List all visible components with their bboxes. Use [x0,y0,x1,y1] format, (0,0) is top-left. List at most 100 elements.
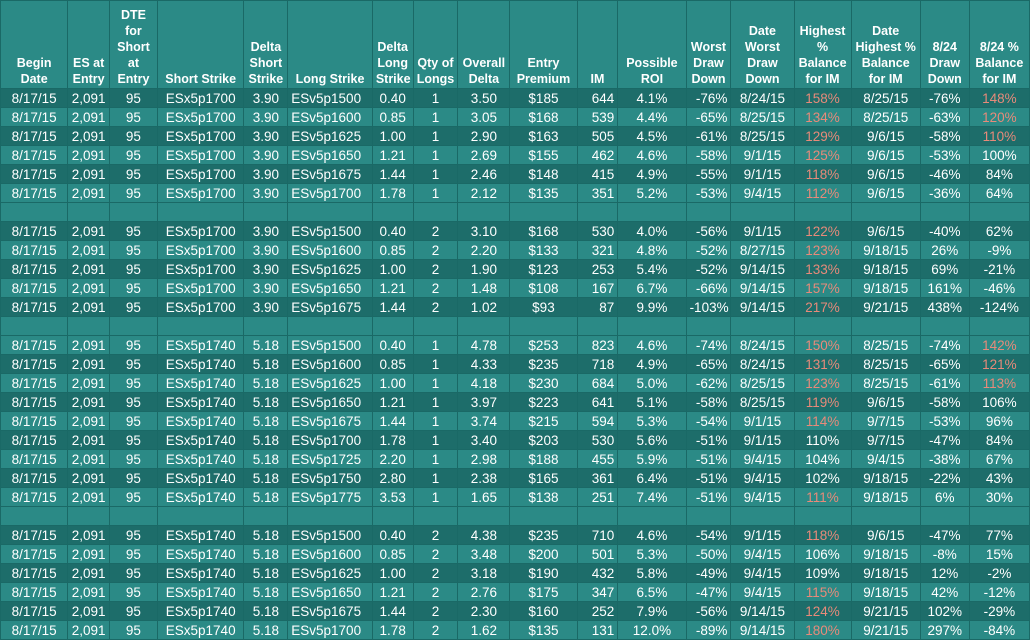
table-cell: 2,091 [67,354,110,374]
table-cell: ESv5p1625 [287,373,373,393]
table-cell: 9/4/15 [730,563,795,583]
table-cell: -38% [919,449,970,469]
table-cell: -50% [685,544,732,564]
table-cell: 1.48 [457,278,511,298]
table-cell: 718 [576,354,619,374]
spacer-cell [243,316,289,336]
table-cell: 8/17/15 [0,487,69,507]
table-cell: 8/17/15 [0,354,69,374]
table-cell: $155 [509,145,578,165]
table-cell: 2,091 [67,335,110,355]
table-cell: -12% [968,582,1030,602]
table-cell: ESv5p1675 [287,601,373,621]
table-cell: 3.10 [457,221,511,241]
table-cell: ESx5p1740 [156,582,245,602]
spacer-cell [793,506,852,526]
table-cell: $223 [509,392,578,412]
table-cell: 6.5% [617,582,687,602]
table-row: 8/17/15 2,091 95 ESx5p1740 5.18 ESv5p1650 1.21… [0,392,1030,412]
table-cell: 9/1/15 [730,221,795,241]
table-cell: 106% [793,544,852,564]
table-cell: 2.30 [457,601,511,621]
table-cell: ESx5p1700 [156,297,245,317]
table-row: 8/17/15 2,091 95 ESx5p1740 5.18 ESv5p1775 3.53… [0,487,1030,507]
table-cell: -9% [968,240,1030,260]
spacer-cell [67,506,110,526]
table-cell: 1 [412,487,459,507]
table-cell: 95 [109,525,158,545]
table-cell: 8/17/15 [0,430,69,450]
table-cell: 1 [412,107,459,127]
table-cell: 8/17/15 [0,582,69,602]
table-cell: 9/1/15 [730,411,795,431]
table-cell: 9/1/15 [730,430,795,450]
table-cell: ESv5p1775 [287,487,373,507]
table-cell: 95 [109,392,158,412]
spacer-row [0,202,1030,222]
spacer-cell [919,316,970,336]
table-cell: 438% [919,297,970,317]
table-cell: 2,091 [67,240,110,260]
table-cell: 1.21 [371,145,414,165]
table-cell: 4.8% [617,240,687,260]
table-cell: 8/17/15 [0,411,69,431]
spacer-cell [968,316,1030,336]
table-cell: 8/25/15 [730,126,795,146]
table-header: Begin Date ES at Entry DTE for Short at En… [0,0,1030,89]
table-cell: 95 [109,601,158,621]
spacer-cell [243,506,289,526]
table-cell: 2,091 [67,563,110,583]
table-cell: $148 [509,164,578,184]
table-cell: 2 [412,259,459,279]
table-cell: 95 [109,449,158,469]
table-cell: 8/25/15 [850,354,921,374]
table-cell: 3.40 [457,430,511,450]
table-cell: ESv5p1500 [287,88,373,108]
table-cell: 2,091 [67,297,110,317]
spacer-cell [793,316,852,336]
table-cell: 2,091 [67,487,110,507]
table-cell: 253 [576,259,619,279]
table-cell: ESv5p1675 [287,164,373,184]
table-cell: 67% [968,449,1030,469]
table-cell: 9/6/15 [850,221,921,241]
table-cell: -53% [919,145,970,165]
table-cell: 95 [109,354,158,374]
spacer-cell [685,506,732,526]
table-cell: 1.44 [371,297,414,317]
table-cell: 3.90 [243,297,289,317]
table-cell: 1 [412,126,459,146]
table-cell: 2,091 [67,126,110,146]
table-cell: 1 [412,88,459,108]
table-cell: 95 [109,411,158,431]
table-cell: 530 [576,430,619,450]
results-table: Begin Date ES at Entry DTE for Short at En… [0,0,1030,640]
table-cell: -54% [685,525,732,545]
column-header: Highest % Balance for IM [793,0,852,89]
table-cell: 594 [576,411,619,431]
table-cell: 9/18/15 [850,563,921,583]
table-cell: 110% [793,430,852,450]
table-cell: -63% [919,107,970,127]
spacer-cell [685,316,732,336]
table-cell: 3.50 [457,88,511,108]
table-cell: 95 [109,145,158,165]
table-cell: 4.0% [617,221,687,241]
table-row: 8/17/15 2,091 95 ESx5p1700 3.90 ESv5p1675 1.44… [0,164,1030,184]
table-cell: 5.18 [243,582,289,602]
table-cell: 8/17/15 [0,88,69,108]
table-cell: 5.18 [243,601,289,621]
table-cell: 4.6% [617,525,687,545]
table-cell: 1.78 [371,183,414,203]
table-cell: 8/17/15 [0,449,69,469]
table-cell: 644 [576,88,619,108]
table-cell: $188 [509,449,578,469]
table-cell: 8/17/15 [0,373,69,393]
table-cell: 124% [793,601,852,621]
table-cell: ESx5p1740 [156,335,245,355]
table-cell: 125% [793,145,852,165]
table-cell: 2.98 [457,449,511,469]
table-cell: 5.18 [243,411,289,431]
table-cell: 8/17/15 [0,468,69,488]
table-cell: 455 [576,449,619,469]
